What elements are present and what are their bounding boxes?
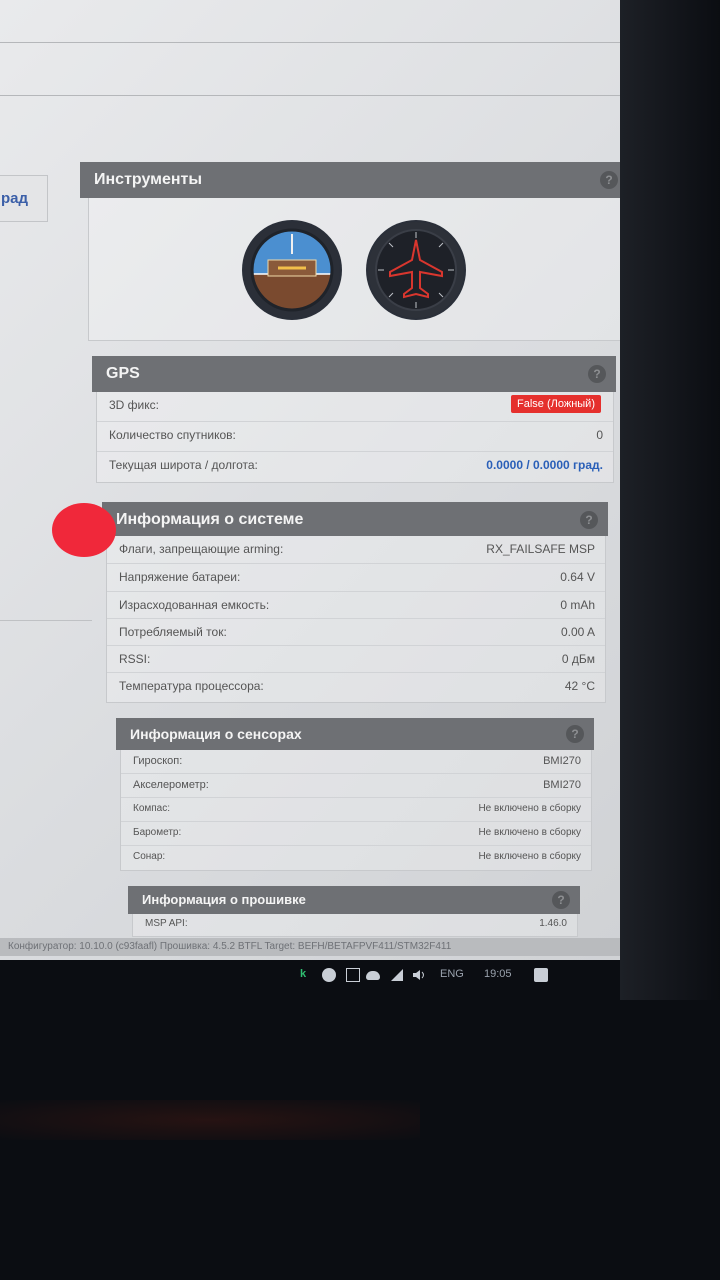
configurator-window: рад Инструменты ? GPS ? 3D фикс: False (…: [0, 0, 690, 960]
row-value: 0.64 V: [560, 570, 595, 584]
help-icon[interactable]: ?: [600, 171, 618, 189]
firmware-body: MSP API: 1.46.0: [132, 914, 578, 937]
kaspersky-icon[interactable]: k: [300, 968, 314, 982]
row-value: BMI270: [543, 779, 581, 791]
row-value: 0: [596, 428, 603, 442]
sensors-header: Информация о сенсорах ?: [116, 718, 594, 750]
gps-header: GPS ?: [92, 356, 616, 392]
row-label: Количество спутников:: [109, 428, 236, 442]
row-label: RSSI:: [119, 652, 151, 666]
app-icon[interactable]: [322, 968, 336, 982]
system-header: Информация о системе ?: [102, 502, 608, 536]
display-icon[interactable]: [346, 968, 360, 982]
instruments-title: Инструменты: [94, 171, 203, 188]
row-value: 42 °C: [564, 679, 595, 693]
row-value: Не включено в сборку: [478, 851, 581, 862]
status-badge: False (Ложный): [511, 395, 601, 413]
status-bar: Конфигуратор: 10.10.0 (c93faafl) Прошивк…: [0, 938, 620, 956]
system-body: Флаги, запрещающие arming: RX_FAILSAFE M…: [106, 536, 606, 703]
row-label: Сонар:: [133, 851, 166, 862]
row-label: Гироскоп:: [133, 755, 183, 767]
system-row: Флаги, запрещающие arming: RX_FAILSAFE M…: [107, 536, 605, 564]
notification-icon[interactable]: [534, 968, 548, 982]
cloud-icon[interactable]: [366, 971, 380, 980]
row-label: MSP API:: [145, 918, 188, 929]
row-label: Компас:: [133, 803, 171, 814]
help-icon[interactable]: ?: [566, 725, 584, 743]
system-row: Потребляемый ток: 0.00 A: [107, 619, 605, 646]
row-value: 0 mAh: [560, 598, 595, 612]
system-row: Напряжение батареи: 0.64 V: [107, 564, 605, 592]
row-value: Не включено в сборку: [478, 827, 581, 838]
system-row: RSSI: 0 дБм: [107, 646, 605, 673]
system-row: Температура процессора: 42 °C: [107, 673, 605, 701]
row-value: Не включено в сборку: [478, 803, 581, 814]
row-label: Потребляемый ток:: [119, 625, 227, 639]
row-value: 0.00 A: [560, 625, 595, 639]
latlon-link[interactable]: 0.0000 / 0.0000 град.: [486, 458, 603, 472]
row-value: 1.46.0: [539, 918, 567, 929]
row-label: Барометр:: [133, 827, 182, 838]
reflection: [0, 1100, 420, 1140]
row-label: Флаги, запрещающие arming:: [119, 542, 284, 556]
volume-icon[interactable]: [412, 968, 426, 982]
system-row: Израсходованная емкость: 0 mAh: [107, 592, 605, 619]
firmware-title: Информация о прошивке: [142, 892, 306, 907]
sensor-row: Гироскоп: BMI270: [121, 750, 591, 774]
sensor-row: Сонар: Не включено в сборку: [121, 846, 591, 870]
firmware-row: MSP API: 1.46.0: [133, 914, 577, 936]
language-indicator[interactable]: ENG: [440, 968, 464, 980]
divider: [0, 95, 640, 96]
row-label: Текущая широта / долгота:: [109, 458, 258, 472]
clock[interactable]: 19:05: [484, 968, 512, 980]
gps-title: GPS: [106, 365, 140, 382]
system-tray: k ENG 19:05: [290, 962, 610, 990]
wifi-icon[interactable]: [390, 968, 404, 982]
sensor-row: Акселерометр: BMI270: [121, 774, 591, 798]
row-label: Напряжение батареи:: [119, 570, 241, 584]
row-value: RX_FAILSAFE MSP: [486, 542, 595, 556]
sensors-title: Информация о сенсорах: [130, 726, 302, 742]
gps-row-3d-fix: 3D фикс: False (Ложный): [97, 392, 613, 422]
monitor-bezel: [620, 0, 720, 1000]
attitude-indicator-icon: [242, 220, 342, 320]
row-label: Израсходованная емкость:: [119, 598, 270, 612]
gps-row-satellites: Количество спутников: 0: [97, 422, 613, 452]
instruments-header: Инструменты ?: [80, 162, 628, 198]
left-link[interactable]: рад: [1, 190, 28, 207]
help-icon[interactable]: ?: [580, 511, 598, 529]
system-title: Информация о системе: [116, 511, 304, 528]
gps-body: 3D фикс: False (Ложный) Количество спутн…: [96, 392, 614, 483]
gps-row-latlon: Текущая широта / долгота: 0.0000 / 0.000…: [97, 452, 613, 482]
sensor-row: Компас: Не включено в сборку: [121, 798, 591, 822]
row-label: 3D фикс:: [109, 398, 159, 412]
divider: [0, 42, 640, 43]
help-icon[interactable]: ?: [552, 891, 570, 909]
row-value: 0 дБм: [561, 652, 595, 666]
redaction-mark: [52, 503, 116, 557]
row-label: Акселерометр:: [133, 779, 209, 791]
row-value: BMI270: [543, 755, 581, 767]
heading-indicator-icon: [366, 220, 466, 320]
help-icon[interactable]: ?: [588, 365, 606, 383]
row-label: Температура процессора:: [119, 679, 264, 693]
left-panel: рад: [0, 175, 48, 222]
firmware-header: Информация о прошивке ?: [128, 886, 580, 914]
sensor-row: Барометр: Не включено в сборку: [121, 822, 591, 846]
instruments-body: [88, 198, 628, 341]
divider: [0, 620, 92, 621]
sensors-body: Гироскоп: BMI270 Акселерометр: BMI270 Ко…: [120, 750, 592, 871]
